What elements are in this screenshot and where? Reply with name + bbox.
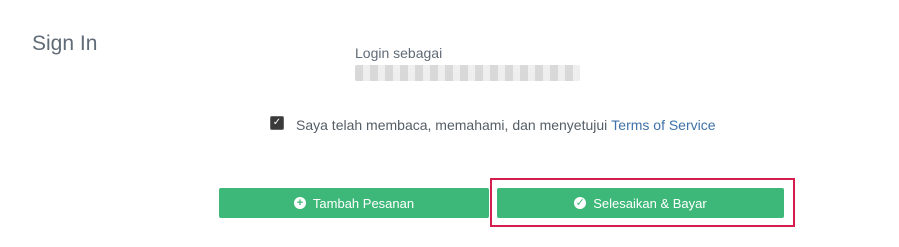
terms-of-service-link[interactable]: Terms of Service: [611, 117, 715, 133]
terms-agreement-row: ✓ Saya telah membaca, memahami, dan meny…: [270, 116, 716, 133]
terms-text: Saya telah membaca, memahami, dan menyet…: [296, 117, 608, 133]
finish-and-pay-button[interactable]: ✓ Selesaikan & Bayar: [497, 188, 784, 218]
checkout-page: Sign In Login sebagai ✓ Saya telah memba…: [0, 0, 899, 247]
check-circle-icon: ✓: [574, 197, 587, 209]
login-as-label: Login sebagai: [355, 45, 443, 61]
login-account-redacted: [355, 65, 580, 81]
plus-circle-icon: +: [293, 197, 306, 209]
page-title: Sign In: [32, 32, 98, 55]
add-order-button[interactable]: + Tambah Pesanan: [219, 188, 489, 218]
finish-and-pay-label: Selesaikan & Bayar: [593, 195, 707, 211]
terms-checkbox[interactable]: ✓: [270, 116, 284, 130]
add-order-label: Tambah Pesanan: [312, 195, 415, 211]
